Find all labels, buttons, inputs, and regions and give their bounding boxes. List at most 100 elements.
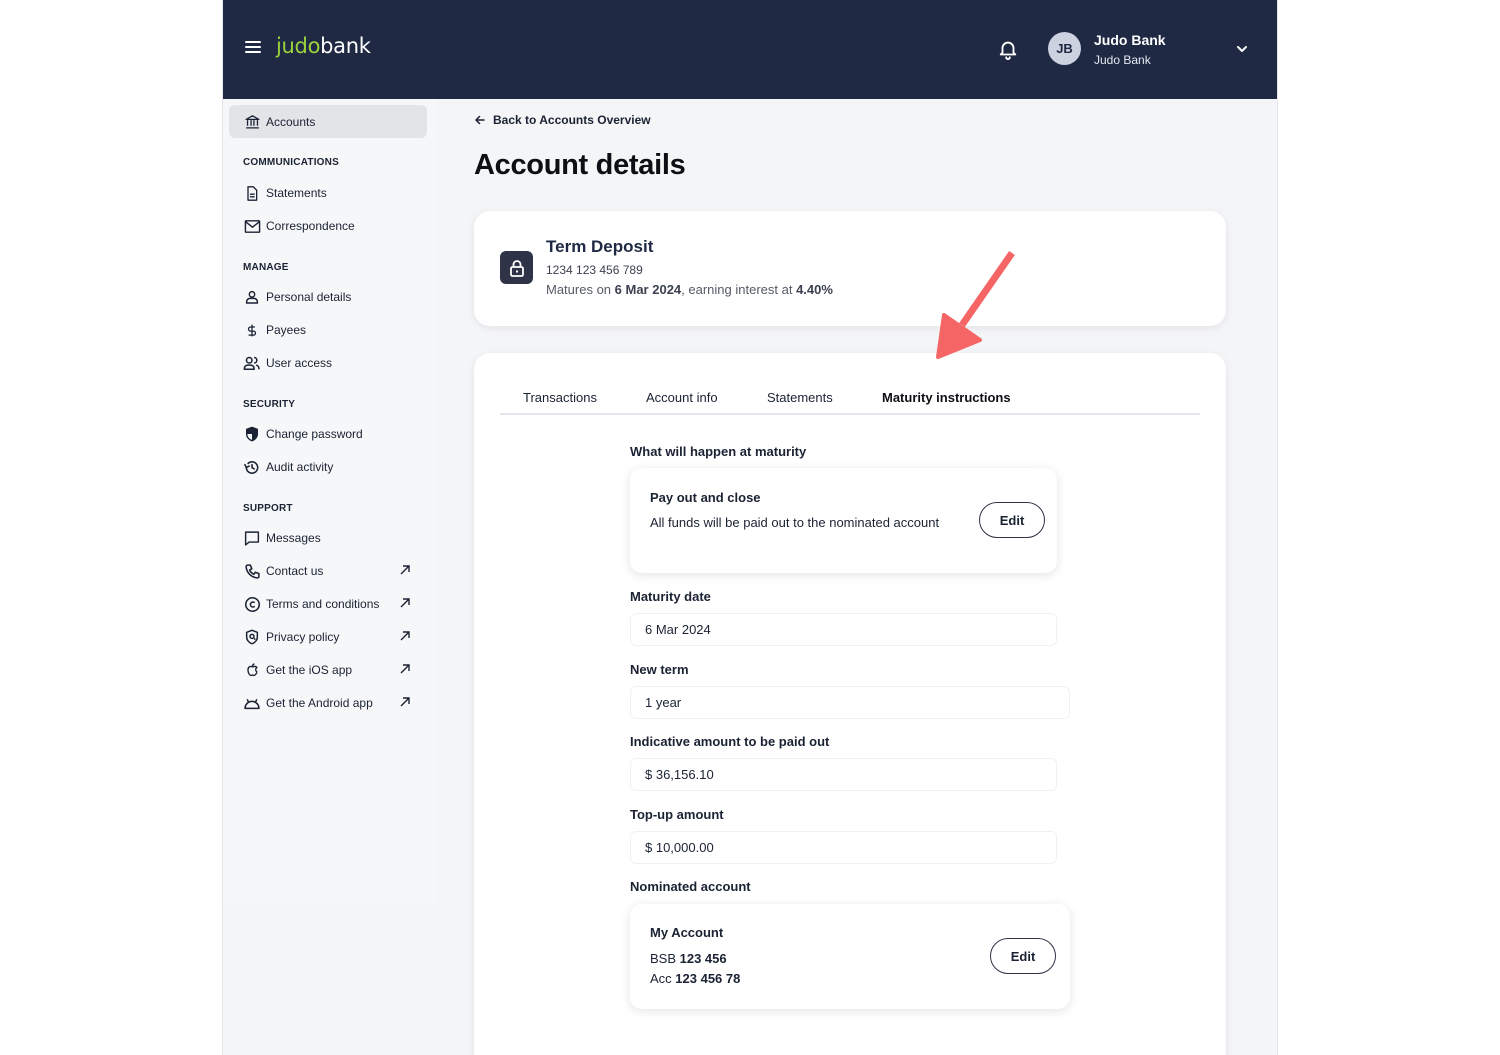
indicative-amount-field: $ 36,156.10 xyxy=(630,758,1057,791)
person-icon xyxy=(243,288,261,306)
maturity-date: 6 Mar 2024 xyxy=(614,282,682,297)
nominated-account-name: My Account xyxy=(650,925,724,940)
logo-bank: bank xyxy=(320,34,371,58)
external-link-icon xyxy=(400,631,410,641)
field-label-new-term: New term xyxy=(630,662,689,677)
document-icon xyxy=(243,184,261,202)
envelope-icon xyxy=(243,217,261,235)
top-up-amount-field: $ 10,000.00 xyxy=(630,831,1057,864)
nominated-account-card: My Account BSB 123 456 Acc 123 456 78 Ed… xyxy=(630,904,1070,1009)
message-icon xyxy=(243,529,261,547)
tab-account-info[interactable]: Account info xyxy=(646,390,718,405)
account-maturity-info: Matures on 6 Mar 2024, earning interest … xyxy=(546,282,833,297)
sidebar-item-privacy-policy[interactable]: Privacy policy xyxy=(243,624,411,650)
section-communications: COMMUNICATIONS xyxy=(243,157,339,168)
sidebar-item-label: Correspondence xyxy=(266,219,355,233)
sidebar-item-label: User access xyxy=(266,356,333,370)
nominated-acc: Acc 123 456 78 xyxy=(650,969,740,989)
back-to-accounts-link[interactable]: Back to Accounts Overview xyxy=(474,113,651,127)
maturity-prefix: Matures on xyxy=(546,282,615,297)
phone-icon xyxy=(243,562,261,580)
logo-judo: judo xyxy=(276,34,321,58)
account-summary-card: Term Deposit 1234 123 456 789 Matures on… xyxy=(474,211,1226,326)
sidebar-item-label: Contact us xyxy=(266,564,324,578)
interest-prefix: , earning interest at xyxy=(681,282,797,297)
sidebar: Accounts COMMUNICATIONS Statements Corre… xyxy=(223,99,435,905)
sidebar-item-label: Change password xyxy=(266,427,363,441)
field-label-top-up-amount: Top-up amount xyxy=(630,807,724,822)
tab-bar: Transactions Account info Statements Mat… xyxy=(500,387,1200,415)
nominated-account-label: Nominated account xyxy=(630,879,751,894)
external-link-icon xyxy=(400,697,410,707)
sidebar-item-personal-details[interactable]: Personal details xyxy=(243,284,411,310)
new-term-field: 1 year xyxy=(630,686,1070,719)
copyright-icon xyxy=(243,595,261,613)
section-manage: MANAGE xyxy=(243,262,289,273)
top-bar: judobank JB Judo Bank Judo Bank xyxy=(223,0,1277,99)
android-icon xyxy=(243,694,261,712)
field-label-indicative-amount: Indicative amount to be paid out xyxy=(630,734,830,749)
sidebar-item-terms-and-conditions[interactable]: Terms and conditions xyxy=(243,591,411,617)
user-avatar[interactable]: JB xyxy=(1048,32,1081,65)
sidebar-item-label: Personal details xyxy=(266,290,352,304)
external-link-icon xyxy=(400,664,410,674)
history-icon xyxy=(243,458,261,476)
maturity-option-title: Pay out and close xyxy=(650,490,761,505)
account-details-card: Transactions Account info Statements Mat… xyxy=(474,353,1226,1055)
edit-maturity-option-button[interactable]: Edit xyxy=(979,502,1045,538)
tab-transactions[interactable]: Transactions xyxy=(523,390,597,405)
app-window: judobank JB Judo Bank Judo Bank Accounts… xyxy=(222,0,1278,1055)
user-organisation: Judo Bank xyxy=(1094,53,1151,67)
privacy-shield-icon xyxy=(243,628,261,646)
judo-bank-logo[interactable]: judobank xyxy=(276,34,371,58)
menu-icon[interactable] xyxy=(245,41,261,55)
sidebar-item-label: Payees xyxy=(266,323,307,337)
field-label-maturity-date: Maturity date xyxy=(630,589,711,604)
sidebar-item-label: Get the iOS app xyxy=(266,663,353,677)
arrow-left-icon xyxy=(475,115,485,125)
acc-label: Acc xyxy=(650,971,676,986)
sidebar-item-ios-app[interactable]: Get the iOS app xyxy=(243,657,411,683)
external-link-icon xyxy=(400,565,410,575)
section-support: SUPPORT xyxy=(243,503,293,514)
sidebar-item-label: Get the Android app xyxy=(266,696,373,710)
maturity-option-card: Pay out and close All funds will be paid… xyxy=(630,468,1057,573)
sidebar-item-accounts[interactable]: Accounts xyxy=(229,105,427,138)
sidebar-item-label: Terms and conditions xyxy=(266,597,380,611)
sidebar-item-label: Messages xyxy=(266,531,321,545)
sidebar-item-label: Privacy policy xyxy=(266,630,340,644)
sidebar-item-android-app[interactable]: Get the Android app xyxy=(243,690,411,716)
tab-maturity-instructions[interactable]: Maturity instructions xyxy=(882,390,1011,405)
sidebar-item-payees[interactable]: Payees xyxy=(243,317,411,343)
account-number: 1234 123 456 789 xyxy=(546,263,643,277)
bank-icon xyxy=(243,113,261,131)
chevron-down-icon[interactable] xyxy=(1235,42,1249,56)
users-icon xyxy=(243,354,261,372)
sidebar-item-statements[interactable]: Statements xyxy=(243,180,411,206)
sidebar-item-label: Accounts xyxy=(266,114,316,129)
sidebar-item-change-password[interactable]: Change password xyxy=(243,421,411,447)
sidebar-item-label: Statements xyxy=(266,186,327,200)
sidebar-item-messages[interactable]: Messages xyxy=(243,525,411,551)
sidebar-item-user-access[interactable]: User access xyxy=(243,350,411,376)
sidebar-item-label: Audit activity xyxy=(266,460,334,474)
sidebar-item-audit-activity[interactable]: Audit activity xyxy=(243,454,411,480)
page-title: Account details xyxy=(474,149,686,181)
maturity-option-description: All funds will be paid out to the nomina… xyxy=(650,515,940,530)
maturity-date-field: 6 Mar 2024 xyxy=(630,613,1057,646)
notification-bell-icon[interactable] xyxy=(997,37,1019,61)
account-name: Term Deposit xyxy=(546,237,654,256)
back-link-label: Back to Accounts Overview xyxy=(493,113,651,127)
external-link-icon xyxy=(400,598,410,608)
tab-statements[interactable]: Statements xyxy=(767,390,833,405)
sidebar-item-correspondence[interactable]: Correspondence xyxy=(243,213,411,239)
user-name[interactable]: Judo Bank xyxy=(1094,32,1166,48)
interest-rate: 4.40% xyxy=(796,282,833,297)
nominated-bsb: BSB 123 456 xyxy=(650,949,727,969)
lock-icon xyxy=(500,251,533,284)
apple-icon xyxy=(243,661,261,679)
sidebar-item-contact-us[interactable]: Contact us xyxy=(243,558,411,584)
edit-nominated-account-button[interactable]: Edit xyxy=(990,938,1056,974)
section-security: SECURITY xyxy=(243,399,296,410)
dollar-icon xyxy=(243,321,261,339)
